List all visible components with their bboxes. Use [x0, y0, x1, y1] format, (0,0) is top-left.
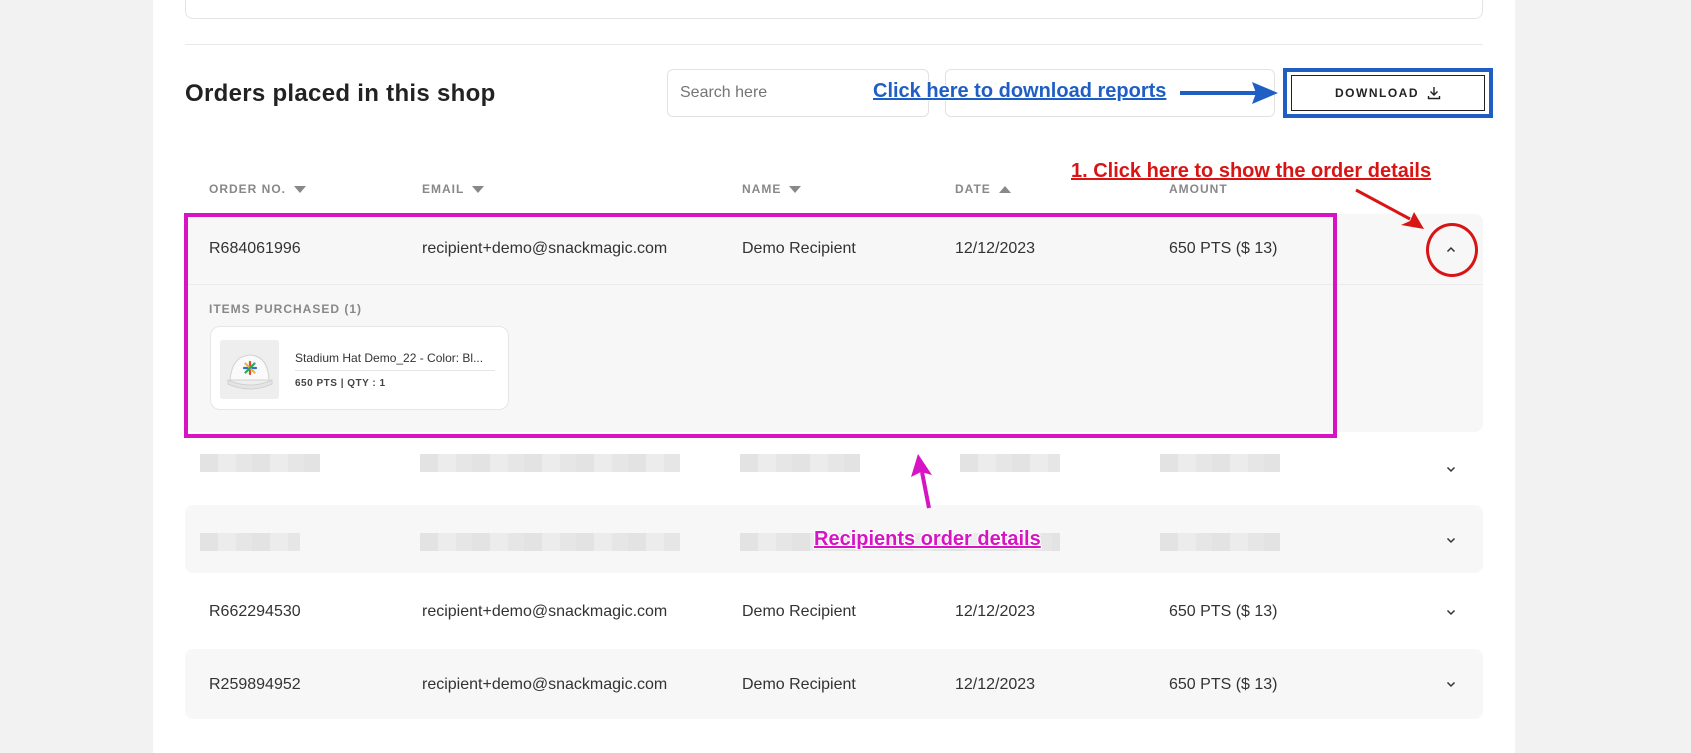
- chevron-down-icon: [1446, 609, 1456, 616]
- order-details-highlight-box: [184, 213, 1337, 438]
- redacted-amount: [1160, 533, 1280, 551]
- redacted-name: [740, 454, 860, 472]
- annotation-expand: 1. Click here to show the order details: [1071, 160, 1432, 182]
- order-no: R259894952: [209, 676, 301, 693]
- caret-down-icon: [472, 185, 485, 193]
- previous-card: [185, 0, 1483, 19]
- date: 12/12/2023: [955, 676, 1036, 693]
- chevron-down-icon: [1446, 537, 1456, 544]
- header-email[interactable]: EMAIL: [422, 182, 485, 196]
- page-title: Orders placed in this shop: [185, 80, 496, 107]
- redacted-date: [960, 454, 1060, 472]
- date: 12/12/2023: [955, 603, 1036, 620]
- email: recipient+demo@snackmagic.com: [422, 676, 668, 693]
- expand-button[interactable]: [1436, 597, 1466, 627]
- expand-button[interactable]: [1436, 669, 1466, 699]
- chevron-down-icon: [1446, 466, 1456, 473]
- name: Demo Recipient: [742, 676, 856, 693]
- caret-down-icon: [789, 185, 802, 193]
- expand-button[interactable]: [1436, 525, 1466, 555]
- redacted-email: [420, 533, 680, 551]
- redacted-amount: [1160, 454, 1280, 472]
- caret-down-icon: [294, 185, 307, 193]
- amount: 650 PTS ($ 13): [1169, 676, 1278, 693]
- header-amount[interactable]: AMOUNT: [1169, 182, 1228, 196]
- name: Demo Recipient: [742, 603, 856, 620]
- redacted-order-no: [200, 533, 300, 551]
- caret-up-icon: [998, 185, 1011, 193]
- annotation-download: Click here to download reports: [873, 80, 1167, 102]
- download-icon: [1427, 87, 1441, 100]
- annotation-details: Recipients order details: [814, 528, 1041, 550]
- chevron-down-icon: [1446, 681, 1456, 688]
- expand-highlight-circle: [1426, 223, 1478, 277]
- header-name[interactable]: NAME: [742, 182, 802, 196]
- expand-button[interactable]: [1436, 454, 1466, 484]
- download-button[interactable]: DOWNLOAD: [1291, 75, 1485, 111]
- amount: 650 PTS ($ 13): [1169, 603, 1278, 620]
- redacted-order-no: [200, 454, 320, 472]
- order-no: R662294530: [209, 603, 301, 620]
- email: recipient+demo@snackmagic.com: [422, 603, 668, 620]
- redacted-email: [420, 454, 680, 472]
- header-date[interactable]: DATE: [955, 182, 1011, 196]
- header-order-no[interactable]: ORDER NO.: [209, 182, 307, 196]
- section-divider: [185, 44, 1483, 45]
- download-label: DOWNLOAD: [1335, 86, 1419, 100]
